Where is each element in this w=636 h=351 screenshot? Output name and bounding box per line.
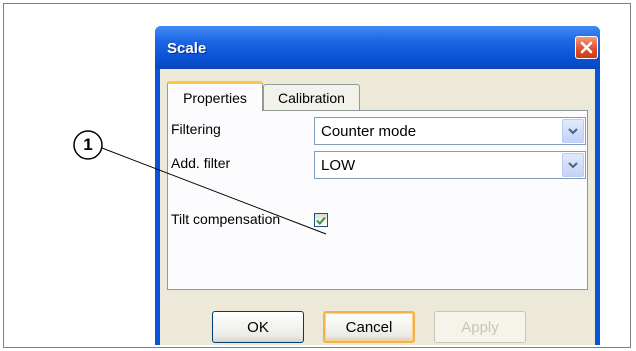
title-bar[interactable]: Scale — [155, 26, 600, 69]
properties-panel: Filtering Counter mode Add. filter LOW T… — [167, 110, 588, 290]
tilt-compensation-checkbox[interactable] — [314, 213, 328, 227]
add-filter-dropdown-button[interactable] — [562, 153, 584, 177]
filtering-select[interactable]: Counter mode — [314, 117, 586, 145]
dialog-title: Scale — [167, 40, 207, 57]
tab-properties[interactable]: Properties — [167, 81, 263, 111]
scale-dialog: Scale Properties Calibration Filtering C… — [155, 26, 600, 345]
apply-button[interactable]: Apply — [434, 311, 526, 343]
cancel-button[interactable]: Cancel — [323, 311, 415, 343]
add-filter-value: LOW — [321, 157, 356, 174]
close-button[interactable] — [575, 36, 598, 59]
dialog-client-area: Properties Calibration Filtering Counter… — [160, 69, 595, 345]
chevron-down-icon — [568, 127, 578, 134]
tilt-compensation-label: Tilt compensation — [171, 211, 281, 227]
add-filter-select[interactable]: LOW — [314, 151, 586, 179]
add-filter-label: Add. filter — [171, 155, 231, 171]
close-icon — [580, 41, 593, 54]
callout-number: 1 — [83, 135, 93, 154]
checkmark-icon — [316, 216, 326, 225]
chevron-down-icon — [568, 161, 578, 168]
ok-button[interactable]: OK — [212, 311, 304, 343]
filtering-dropdown-button[interactable] — [562, 119, 584, 143]
filtering-label: Filtering — [171, 121, 221, 137]
filtering-value: Counter mode — [321, 123, 417, 140]
tab-calibration[interactable]: Calibration — [263, 84, 360, 111]
